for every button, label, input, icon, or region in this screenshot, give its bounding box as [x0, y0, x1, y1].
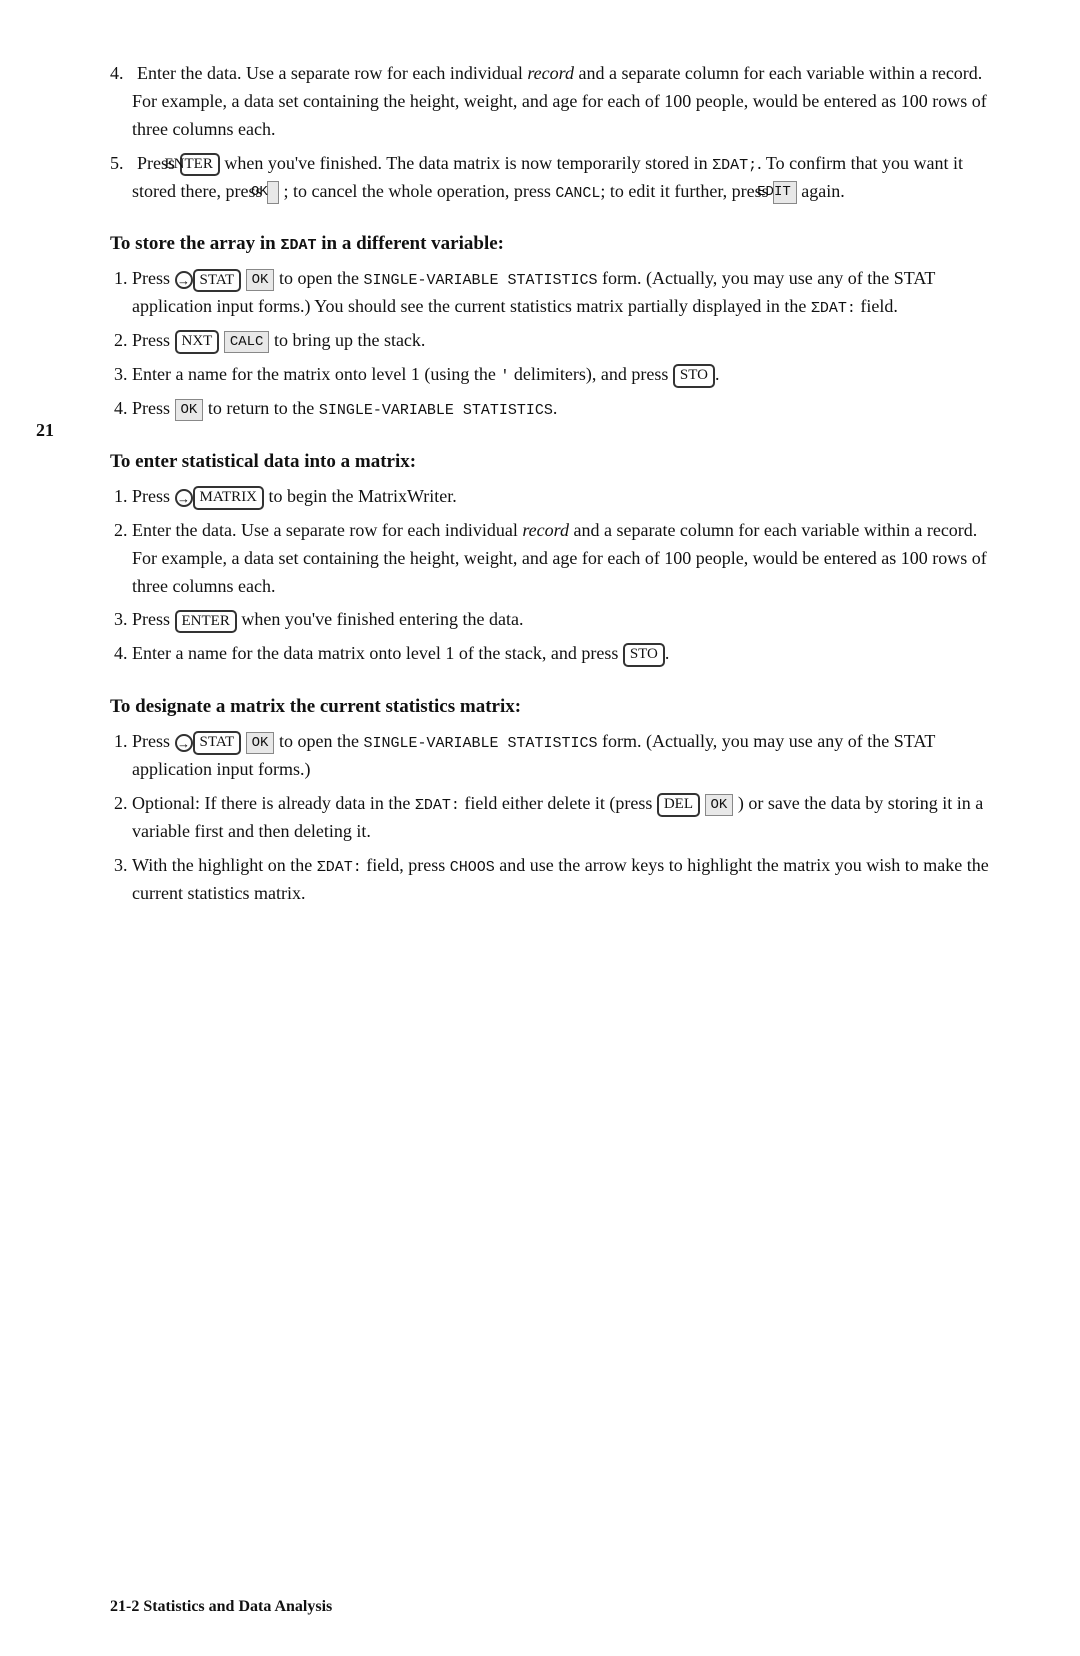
list-item: Optional: If there is already data in th… — [132, 790, 990, 846]
list-item: Press ENTER when you've finished enterin… — [132, 606, 990, 634]
stat-key: STAT — [193, 269, 242, 293]
ok-key: OK — [267, 181, 279, 203]
list-item: Press →STAT OK to open the SINGLE-VARIAB… — [132, 265, 990, 321]
section2-heading: To enter statistical data into a matrix: — [110, 451, 990, 473]
list-item: Press OK to return to the SINGLE-VARIABL… — [132, 395, 990, 423]
sigma-dat-ref: ΣDAT; — [712, 157, 757, 174]
del-key: DEL — [657, 793, 700, 817]
item-text: Enter the data. Use a separate row for e… — [132, 63, 987, 139]
list-item: Enter a name for the matrix onto level 1… — [132, 361, 990, 389]
item-num: 4. — [110, 63, 133, 83]
item-num: 5. — [110, 153, 133, 173]
nxt-key: NXT — [175, 330, 220, 354]
ok-key2: OK — [705, 794, 734, 816]
section1-list: Press →STAT OK to open the SINGLE-VARIAB… — [110, 265, 990, 422]
section3-block: To designate a matrix the current statis… — [110, 696, 990, 907]
right-arrow-key: → — [175, 489, 193, 507]
list-item: Enter a name for the data matrix onto le… — [132, 640, 990, 668]
section1-heading: To store the array in ΣDAT in a differen… — [110, 233, 990, 255]
item-text: Press ENTER when you've finished. The da… — [132, 153, 963, 201]
ok-key: OK — [175, 399, 204, 421]
intro-list: 4. Enter the data. Use a separate row fo… — [110, 60, 990, 205]
page: 21 4. Enter the data. Use a separate row… — [0, 0, 1080, 1656]
edat-field-ref2: ΣDAT: — [317, 859, 362, 876]
edat-field-ref: ΣDAT: — [811, 300, 856, 317]
section1-block: To store the array in ΣDAT in a differen… — [110, 233, 990, 422]
list-item: 5. Press ENTER when you've finished. The… — [110, 150, 990, 206]
ok-key: OK — [246, 732, 275, 754]
edat-field-ref: ΣDAT: — [415, 797, 460, 814]
single-var-ref: SINGLE-VARIABLE STATISTICS — [363, 272, 597, 289]
list-item: 4. Enter the data. Use a separate row fo… — [110, 60, 990, 144]
footer: 21-2 Statistics and Data Analysis — [110, 1598, 332, 1616]
ok-key: OK — [246, 269, 275, 291]
section3-heading: To designate a matrix the current statis… — [110, 696, 990, 718]
section3-list: Press →STAT OK to open the SINGLE-VARIAB… — [110, 728, 990, 907]
choos-ref: CHOOS — [450, 859, 495, 876]
edit-key: EDIT — [773, 181, 797, 203]
calc-key: CALC — [224, 331, 270, 353]
list-item: Press NXT CALC to bring up the stack. — [132, 327, 990, 355]
list-item: Enter the data. Use a separate row for e… — [132, 517, 990, 601]
section2-list: Press →MATRIX to begin the MatrixWriter.… — [110, 483, 990, 668]
list-item: Press →STAT OK to open the SINGLE-VARIAB… — [132, 728, 990, 784]
section2-block: To enter statistical data into a matrix:… — [110, 451, 990, 668]
intro-section: 4. Enter the data. Use a separate row fo… — [110, 60, 990, 205]
list-item: With the highlight on the ΣDAT: field, p… — [132, 852, 990, 908]
sto-key: STO — [623, 643, 665, 667]
matrix-key: MATRIX — [193, 486, 265, 510]
cancl-key: CANCL — [555, 185, 600, 202]
page-number: 21 — [36, 420, 54, 441]
right-arrow-key: → — [175, 734, 193, 752]
single-var-ref: SINGLE-VARIABLE STATISTICS — [363, 735, 597, 752]
right-arrow-key: → — [175, 271, 193, 289]
enter-key: ENTER — [180, 153, 220, 177]
list-item: Press →MATRIX to begin the MatrixWriter. — [132, 483, 990, 511]
enter-key: ENTER — [175, 610, 237, 634]
sto-key: STO — [673, 364, 715, 388]
stat-key: STAT — [193, 731, 242, 755]
single-var-ref2: SINGLE-VARIABLE STATISTICS — [319, 402, 553, 419]
